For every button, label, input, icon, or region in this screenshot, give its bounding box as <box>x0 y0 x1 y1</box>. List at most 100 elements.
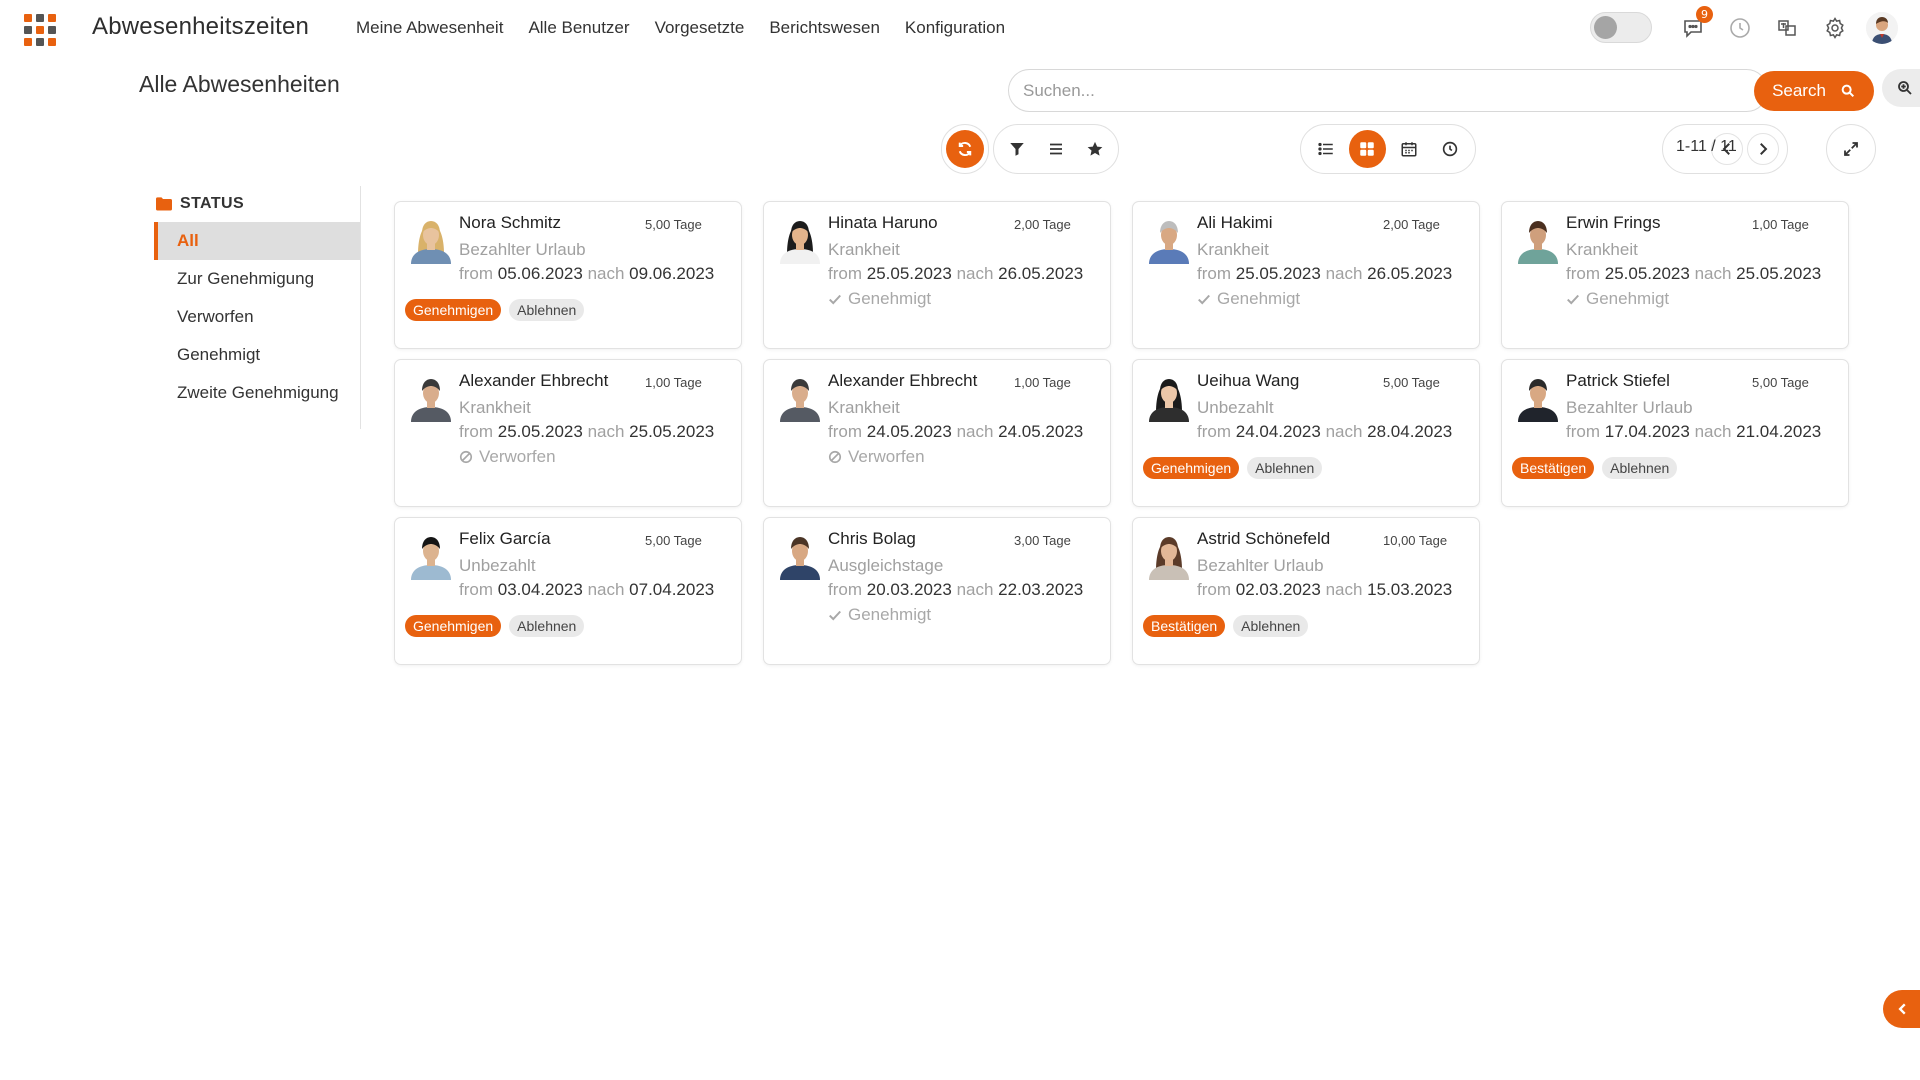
from-label: from <box>1197 422 1231 441</box>
leave-duration: 1,00 Tage <box>645 375 702 390</box>
ban-icon <box>828 450 842 464</box>
list-view-button[interactable] <box>1307 130 1345 168</box>
leave-type: Bezahlter Urlaub <box>1197 556 1324 575</box>
apps-menu-icon[interactable] <box>24 14 56 46</box>
leave-duration: 5,00 Tage <box>645 217 702 232</box>
leave-card[interactable]: Ali Hakimi 2,00 Tage Krankheit from 25.05.2… <box>1132 201 1480 349</box>
group-by-button[interactable] <box>1039 130 1074 168</box>
favorites-button[interactable] <box>1077 130 1112 168</box>
leave-state-label: Verworfen <box>848 447 925 466</box>
leave-card[interactable]: Felix García 5,00 Tage Unbezahlt from 03.04… <box>394 517 742 665</box>
sidebar-item-all[interactable]: All <box>154 222 360 260</box>
from-label: from <box>1566 422 1600 441</box>
menu-item-meine-abwesenheit[interactable]: Meine Abwesenheit <box>356 18 503 38</box>
leave-type: Ausgleichstage <box>828 556 944 575</box>
menu-item-alle-benutzer[interactable]: Alle Benutzer <box>528 18 629 38</box>
to-label: nach <box>1694 422 1732 441</box>
date-from: 24.05.2023 <box>866 422 952 441</box>
date-from: 25.05.2023 <box>1604 264 1690 283</box>
chatter-drawer-toggle[interactable] <box>1883 990 1920 1028</box>
search-input[interactable] <box>1023 75 1743 106</box>
leave-card[interactable]: Astrid Schönefeld 10,00 Tage Bezahlter Url… <box>1132 517 1480 665</box>
pager-value[interactable]: 1-11 / 11 <box>1676 138 1737 156</box>
employee-name: Astrid Schönefeld <box>1197 529 1331 548</box>
date-to: 25.05.2023 <box>629 422 715 441</box>
approve-button[interactable]: Genehmigen <box>1143 457 1240 479</box>
refuse-button[interactable]: Ablehnen <box>1602 457 1678 479</box>
leave-type: Krankheit <box>828 398 900 417</box>
to-label: nach <box>956 422 994 441</box>
refresh-button[interactable] <box>946 130 984 168</box>
from-label: from <box>828 422 862 441</box>
view-switcher <box>1300 124 1476 174</box>
search-button-label: Search <box>1772 81 1826 100</box>
sidebar-item-zweite-genehmigung[interactable]: Zweite Genehmigung <box>154 374 360 412</box>
leave-dates: from 25.05.2023 nach 25.05.2023 <box>459 422 714 442</box>
search-icon <box>1841 84 1854 98</box>
search-box <box>1008 69 1768 112</box>
refuse-button[interactable]: Ablehnen <box>509 299 585 321</box>
leave-card[interactable]: Ueihua Wang 5,00 Tage Unbezahlt from 24.04.… <box>1132 359 1480 507</box>
employee-photo <box>1145 530 1193 580</box>
menu-item-vorgesetzte[interactable]: Vorgesetzte <box>655 18 745 38</box>
sidebar-item-zur-genehmigung[interactable]: Zur Genehmigung <box>154 260 360 298</box>
theme-toggle[interactable] <box>1590 12 1652 43</box>
user-avatar[interactable] <box>1866 12 1898 44</box>
to-label: nach <box>1325 422 1363 441</box>
expand-icon <box>1844 142 1858 156</box>
clock-icon[interactable] <box>1726 14 1754 42</box>
kanban-view-button[interactable] <box>1348 130 1386 168</box>
calendar-icon <box>1401 142 1417 157</box>
ban-icon <box>459 450 473 464</box>
date-to: 24.05.2023 <box>998 422 1084 441</box>
from-label: from <box>459 422 493 441</box>
approve-button[interactable]: Genehmigen <box>405 615 502 637</box>
leave-card[interactable]: Alexander Ehbrecht 1,00 Tage Krankheit from… <box>763 359 1111 507</box>
activity-view-button[interactable] <box>1432 130 1470 168</box>
settings-gear-icon[interactable] <box>1821 14 1849 42</box>
filter-icon <box>1010 143 1025 156</box>
messages-badge: 9 <box>1696 6 1713 23</box>
fullscreen-button[interactable] <box>1832 130 1870 168</box>
messages-icon[interactable]: 9 <box>1679 6 1713 42</box>
sidebar-item-verworfen[interactable]: Verworfen <box>154 298 360 336</box>
sidebar-item-genehmigt[interactable]: Genehmigt <box>154 336 360 374</box>
to-label: nach <box>587 580 625 599</box>
leave-type: Krankheit <box>459 398 531 417</box>
app-title[interactable]: Abwesenheitszeiten <box>92 13 309 41</box>
language-icon[interactable] <box>1773 14 1801 42</box>
leave-card[interactable]: Erwin Frings 1,00 Tage Krankheit from 25.05… <box>1501 201 1849 349</box>
pager-next-button[interactable] <box>1747 133 1779 165</box>
leave-card[interactable]: Hinata Haruno 2,00 Tage Krankheit from 25.0… <box>763 201 1111 349</box>
leave-state: Verworfen <box>459 447 556 467</box>
menu-item-konfiguration[interactable]: Konfiguration <box>905 18 1005 38</box>
leave-card[interactable]: Alexander Ehbrecht 1,00 Tage Krankheit from… <box>394 359 742 507</box>
chevron-left-icon <box>1898 1003 1906 1015</box>
date-to: 21.04.2023 <box>1736 422 1822 441</box>
menu-item-berichtswesen[interactable]: Berichtswesen <box>769 18 880 38</box>
leave-card[interactable]: Nora Schmitz 5,00 Tage Bezahlter Urlaub fro… <box>394 201 742 349</box>
leave-card[interactable]: Patrick Stiefel 5,00 Tage Bezahlter Urlaub… <box>1501 359 1849 507</box>
chevron-right-icon <box>1760 143 1768 155</box>
date-to: 15.03.2023 <box>1367 580 1453 599</box>
employee-name: Chris Bolag <box>828 529 916 548</box>
refuse-button[interactable]: Ablehnen <box>1233 615 1309 637</box>
approve-button[interactable]: Bestätigen <box>1143 615 1226 637</box>
leave-duration: 10,00 Tage <box>1383 533 1448 548</box>
refuse-button[interactable]: Ablehnen <box>509 615 585 637</box>
zoom-in-icon[interactable] <box>1882 69 1920 107</box>
employee-name: Hinata Haruno <box>828 213 938 232</box>
check-icon <box>1567 294 1579 305</box>
employee-photo <box>1514 214 1562 264</box>
approve-button[interactable]: Genehmigen <box>405 299 502 321</box>
filter-button[interactable] <box>1000 130 1035 168</box>
leave-card[interactable]: Chris Bolag 3,00 Tage Ausgleichstage from 2… <box>763 517 1111 665</box>
leave-duration: 3,00 Tage <box>1014 533 1071 548</box>
search-button[interactable]: Search <box>1754 71 1874 111</box>
leave-dates: from 24.05.2023 nach 24.05.2023 <box>828 422 1083 442</box>
calendar-view-button[interactable] <box>1390 130 1428 168</box>
bars-icon <box>1050 143 1062 155</box>
refuse-button[interactable]: Ablehnen <box>1247 457 1323 479</box>
approve-button[interactable]: Bestätigen <box>1512 457 1595 479</box>
from-label: from <box>459 580 493 599</box>
